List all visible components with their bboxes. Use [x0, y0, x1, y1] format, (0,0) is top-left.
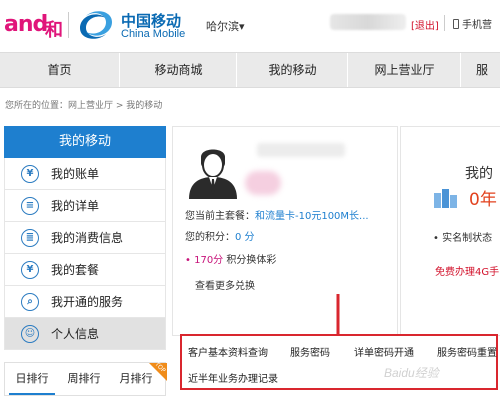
bullet: • — [185, 255, 191, 266]
username-redacted — [330, 14, 406, 30]
more-redeem-link[interactable]: 查看更多兑换 — [195, 277, 255, 292]
nav-item-service[interactable]: 服 — [462, 53, 500, 87]
ranking-tabs: 日排行 周排行 月排行 TOP — [4, 361, 167, 396]
sidebar-item-services[interactable]: ⌕ 我开通的服务 — [4, 286, 166, 318]
header-divider — [444, 15, 445, 31]
yen-icon: ¥ — [21, 261, 39, 279]
coins-icon — [434, 189, 457, 208]
tab-weekly-rank[interactable]: 周排行 — [61, 363, 107, 395]
and-logo[interactable]: and 和 — [4, 12, 64, 41]
phone-icon — [453, 19, 459, 29]
nav-item-online-hall[interactable]: 网上营业厅 — [349, 53, 461, 87]
city-label: 哈尔滨 — [206, 20, 239, 33]
and-logo-text: and — [4, 12, 48, 37]
points-label: 您的积分： — [185, 232, 235, 243]
nav-item-home[interactable]: 首页 — [0, 53, 120, 87]
sidebar-item-package[interactable]: ¥ 我的套餐 — [4, 254, 166, 286]
menu-item-password-reset[interactable]: 服务密码重置 — [437, 344, 497, 359]
sidebar-item-label: 我开通的服务 — [51, 295, 124, 309]
sidebar-item-label: 个人信息 — [51, 327, 100, 341]
sidebar-item-label: 我的账单 — [51, 167, 100, 181]
mobile-site-link[interactable]: 手机营 — [453, 16, 492, 31]
sidebar-item-label: 我的消费信息 — [51, 231, 124, 245]
nav-item-mall[interactable]: 移动商城 — [121, 53, 237, 87]
right-info-card: 我的 0年 • 实名制状态 免费办理4G手 — [400, 126, 500, 336]
sidebar-item-detail[interactable]: ≡ 我的详单 — [4, 190, 166, 222]
sidebar: 我的移动 ¥ 我的账单 ≡ 我的详单 ≣ 我的消费信息 ¥ 我的套餐 ⌕ 我开通… — [4, 126, 166, 356]
redeem-lottery-row[interactable]: • 170分 积分换体彩 — [185, 251, 276, 266]
user-icon: ☺ — [21, 325, 39, 343]
customer-name-redacted — [257, 143, 345, 157]
search-icon: ⌕ — [21, 293, 39, 311]
mobile-site-label: 手机营 — [462, 20, 492, 31]
plan-label: 您当前主套餐： — [185, 211, 255, 222]
receipt-icon: ≣ — [21, 229, 39, 247]
yen-icon: ¥ — [21, 165, 39, 183]
sidebar-item-label: 我的详单 — [51, 199, 100, 213]
level-badge-redacted — [245, 171, 281, 195]
baidu-watermark: Baidu经验 — [384, 366, 439, 380]
points-row: 您的积分：0 分 — [185, 228, 255, 243]
right-card-title: 我的 — [465, 166, 493, 182]
tab-daily-rank[interactable]: 日排行 — [9, 363, 55, 395]
profile-card: 您当前主套餐：和流量卡-10元100M长... 您的积分：0 分 • 170分 … — [172, 126, 398, 336]
redeem-label: 积分换体彩 — [223, 255, 277, 266]
sidebar-item-label: 我的套餐 — [51, 263, 100, 277]
free-4g-link[interactable]: 免费办理4G手 — [435, 263, 499, 278]
breadcrumb: 您所在的位置：网上营业厅 > 我的移动 — [5, 101, 163, 111]
sidebar-item-bill[interactable]: ¥ 我的账单 — [4, 158, 166, 190]
plan-value-link[interactable]: 和流量卡-10元100M长... — [255, 211, 369, 222]
sidebar-title: 我的移动 — [4, 126, 166, 158]
current-plan-row: 您当前主套餐：和流量卡-10元100M长... — [185, 207, 369, 222]
city-selector[interactable]: 哈尔滨▾ — [206, 18, 245, 34]
menu-item-detail-password[interactable]: 详单密码开通 — [354, 344, 414, 359]
logout-link[interactable]: [退出] — [411, 17, 439, 32]
sidebar-item-consumption[interactable]: ≣ 我的消费信息 — [4, 222, 166, 254]
logo-divider — [68, 12, 69, 38]
avatar-icon — [189, 149, 237, 199]
brand-name-en: China Mobile — [121, 28, 186, 40]
personal-info-submenu: 客户基本资料查询 服务密码 详单密码开通 服务密码重置 近半年业务办理记录 — [180, 334, 498, 390]
menu-item-customer-info[interactable]: 客户基本资料查询 — [188, 344, 268, 359]
sidebar-item-personal-info[interactable]: ☺ 个人信息 — [4, 318, 166, 350]
nav-item-my-mobile[interactable]: 我的移动 — [238, 53, 348, 87]
realname-status: • 实名制状态 — [433, 233, 493, 244]
list-icon: ≡ — [21, 197, 39, 215]
redeem-points: 170分 — [194, 255, 224, 266]
china-mobile-logo-icon[interactable] — [76, 8, 116, 42]
chevron-down-icon: ▾ — [239, 20, 245, 33]
menu-item-service-password[interactable]: 服务密码 — [290, 344, 330, 359]
menu-item-business-records[interactable]: 近半年业务办理记录 — [188, 370, 278, 385]
he-logo-text: 和 — [45, 20, 63, 41]
points-value: 0 分 — [235, 232, 255, 243]
top-header: and 和 中国移动 China Mobile 哈尔滨▾ [退出] 手机营 — [0, 0, 500, 50]
contract-years: 0年 — [469, 190, 497, 210]
main-nav: 首页 移动商城 我的移动 网上营业厅 服 — [0, 52, 500, 88]
